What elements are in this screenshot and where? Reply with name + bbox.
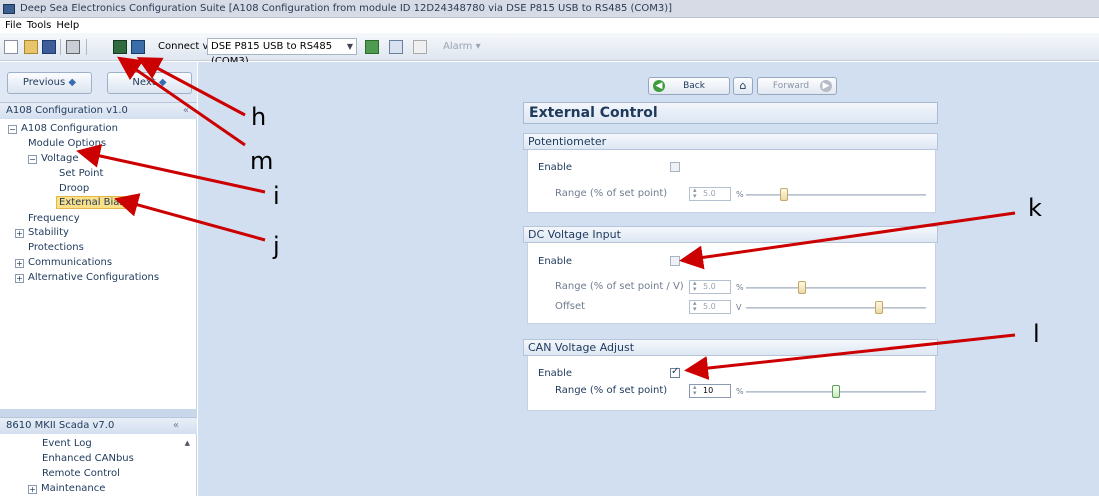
arrow-m xyxy=(117,56,246,147)
annotation-m: m xyxy=(250,147,274,175)
arrow-k xyxy=(679,211,1016,270)
arrow-h xyxy=(136,57,246,117)
arrow-l xyxy=(684,333,1016,381)
annotation-i: i xyxy=(273,182,280,210)
annotation-arrows xyxy=(76,56,1016,381)
arrow-i xyxy=(76,144,266,194)
annotation-l: l xyxy=(1033,320,1040,348)
annotation-j: j xyxy=(273,232,280,260)
arrow-j xyxy=(114,193,266,242)
annotation-h: h xyxy=(251,103,267,131)
annotation-k: k xyxy=(1028,194,1042,222)
